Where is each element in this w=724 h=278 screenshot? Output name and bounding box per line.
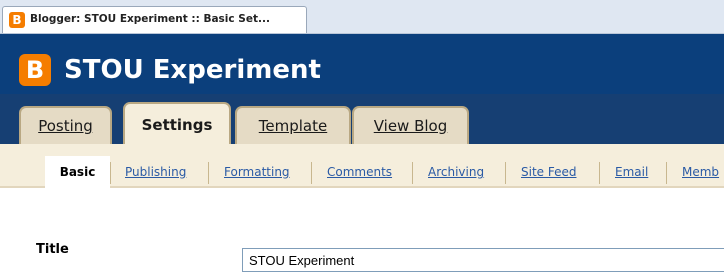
tab-template[interactable]: Template: [235, 106, 351, 144]
subtab-basic[interactable]: Basic: [45, 156, 110, 188]
subtab-divider: [599, 162, 600, 184]
title-label: Title: [36, 242, 69, 257]
browser-tab-strip: B Blogger: STOU Experiment :: Basic Set.…: [0, 0, 724, 34]
subtab-divider: [311, 162, 312, 184]
tab-view-blog[interactable]: View Blog: [352, 106, 469, 144]
subtab-formatting[interactable]: Formatting: [224, 156, 290, 186]
subtab-comments[interactable]: Comments: [327, 156, 392, 186]
subtab-publishing[interactable]: Publishing: [125, 156, 186, 186]
subtab-archiving[interactable]: Archiving: [428, 156, 484, 186]
browser-tab[interactable]: B Blogger: STOU Experiment :: Basic Set.…: [2, 6, 307, 33]
subtab-divider: [110, 162, 111, 184]
subtab-site-feed[interactable]: Site Feed: [521, 156, 576, 186]
subtab-divider: [412, 162, 413, 184]
blogger-logo-icon[interactable]: B: [19, 54, 51, 86]
browser-tab-title: Blogger: STOU Experiment :: Basic Set...: [30, 13, 270, 25]
subtab-members[interactable]: Memb: [682, 156, 719, 186]
tab-posting[interactable]: Posting: [19, 106, 112, 144]
subtab-divider: [505, 162, 506, 184]
subtab-email[interactable]: Email: [615, 156, 648, 186]
blogger-header: B STOU Experiment Posting Settings Templ…: [0, 34, 724, 144]
subtab-divider: [208, 162, 209, 184]
settings-subtabs: Basic Publishing Formatting Comments Arc…: [0, 144, 724, 188]
blog-title[interactable]: STOU Experiment: [64, 55, 321, 85]
blogger-favicon-icon: B: [9, 12, 25, 28]
subtab-divider: [666, 162, 667, 184]
blog-title-input[interactable]: [242, 248, 724, 272]
tab-settings[interactable]: Settings: [123, 102, 231, 144]
